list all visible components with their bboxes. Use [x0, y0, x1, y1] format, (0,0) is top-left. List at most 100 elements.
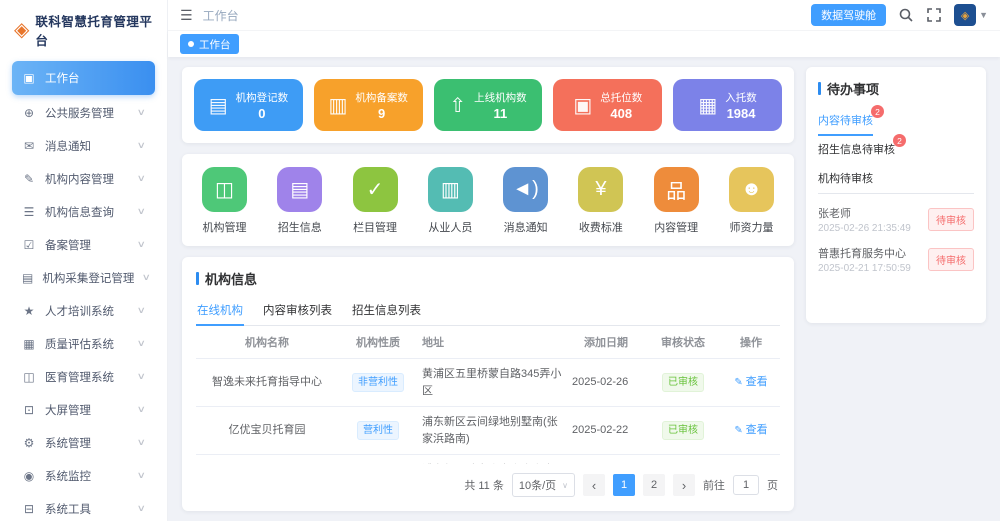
app-logo: ◈ 联科智慧托育管理平台 — [0, 0, 167, 57]
sidebar-item-big-screen[interactable]: ⊡ 大屏管理 — [12, 394, 155, 425]
sidebar-menu: ▣ 工作台 ⊕ 公共服务管理 ✉ 消息通知 ✎ 机构内容管理 ☰ 机构信息查询 — [0, 57, 167, 521]
shortcut-admission-info[interactable]: ▤ 招生信息 — [277, 167, 322, 235]
view-link[interactable]: 查看 — [734, 424, 767, 436]
page-button-1[interactable]: 1 — [613, 474, 635, 496]
collapse-sidebar-icon[interactable]: ☰ — [180, 7, 193, 24]
tab-content-pending[interactable]: 内容待审核 2 — [818, 106, 873, 135]
col-header-date: 添加日期 — [568, 326, 644, 359]
fullscreen-icon[interactable] — [926, 7, 942, 23]
sidebar-item-label: 公共服务管理 — [45, 105, 129, 121]
diamond-logo-icon: ◈ — [14, 20, 29, 40]
top-bar: ☰ 工作台 数据驾驶舱 ◈ ▼ — [168, 0, 1000, 30]
sidebar-item-system-monitor[interactable]: ◉ 系统监控 — [12, 460, 155, 491]
nature-badge: 非营利性 — [352, 373, 404, 392]
tab-admission-info-list[interactable]: 招生信息列表 — [351, 296, 422, 325]
sidebar-item-org-collect-register[interactable]: ▤ 机构采集登记管理 — [12, 262, 155, 293]
jump-suffix: 页 — [767, 477, 778, 493]
org-date: 2025-02-22 — [568, 407, 644, 455]
todo-tab-label: 招生信息待审核 — [818, 144, 895, 156]
shortcut-column-mgmt[interactable]: ✓ 栏目管理 — [353, 167, 398, 235]
stat-value: 1984 — [727, 106, 756, 121]
shortcut-message-notice[interactable]: ◄) 消息通知 — [503, 167, 548, 235]
chevron-down-icon — [137, 107, 146, 118]
sidebar-item-message-notice[interactable]: ✉ 消息通知 — [12, 130, 155, 161]
chevron-down-icon — [137, 239, 146, 250]
shortcut-label: 机构管理 — [203, 219, 247, 235]
sidebar-item-workbench[interactable]: ▣ 工作台 — [12, 61, 155, 95]
sidebar-item-label: 工作台 — [45, 70, 145, 86]
todo-item-name: 普惠托育服务中心 — [818, 245, 911, 261]
page-button-2[interactable]: 2 — [643, 474, 665, 496]
pending-review-button[interactable]: 待审核 — [928, 248, 974, 271]
form-icon: ▤ — [22, 271, 33, 285]
stat-card-enrolled[interactable]: ▦ 入托数 1984 — [673, 79, 782, 131]
sidebar-item-org-content[interactable]: ✎ 机构内容管理 — [12, 163, 155, 194]
data-cockpit-button[interactable]: 数据驾驶舱 — [811, 4, 886, 26]
todo-tabs: 内容待审核 2 招生信息待审核 2 机构待审核 — [818, 106, 974, 194]
sidebar-item-label: 消息通知 — [45, 138, 129, 154]
tab-online-orgs[interactable]: 在线机构 — [196, 296, 244, 325]
stat-label: 总托位数 — [600, 90, 642, 105]
todo-item-time: 2025-02-21 17:50:59 — [818, 263, 911, 274]
org-date: 2025-02-26 — [568, 359, 644, 407]
sidebar-item-public-service[interactable]: ⊕ 公共服务管理 — [12, 97, 155, 128]
sidebar-item-label: 机构信息查询 — [45, 204, 129, 220]
col-header-name: 机构名称 — [196, 326, 338, 359]
mail-icon: ✉ — [22, 139, 36, 153]
next-page-button[interactable] — [673, 474, 695, 496]
shortcut-fee-standard[interactable]: ¥ 收费标准 — [578, 167, 623, 235]
dashboard-icon: ▣ — [22, 71, 36, 85]
todo-panel: 待办事项 内容待审核 2 招生信息待审核 2 机构待审核 — [806, 67, 986, 323]
prev-page-button[interactable] — [583, 474, 605, 496]
chevron-down-icon — [137, 173, 146, 184]
stat-label: 机构备案数 — [355, 90, 408, 105]
shortcut-teacher-resources[interactable]: ☻ 师资力量 — [729, 167, 774, 235]
jump-label: 前往 — [703, 477, 725, 493]
page-size-select[interactable]: 10条/页 — [512, 473, 575, 497]
sidebar-item-label: 备案管理 — [45, 237, 129, 253]
register-doc-icon: ▤ — [209, 93, 228, 118]
shortcut-content-mgmt[interactable]: 品 内容管理 — [654, 167, 699, 235]
todo-tab-label: 机构待审核 — [818, 173, 873, 185]
user-menu[interactable]: ◈ ▼ — [954, 4, 988, 26]
sidebar-item-medical-care[interactable]: ◫ 医育管理系统 — [12, 361, 155, 392]
pending-review-button[interactable]: 待审核 — [928, 208, 974, 231]
tag-workbench[interactable]: 工作台 — [180, 34, 239, 54]
shortcut-label: 收费标准 — [579, 219, 623, 235]
sidebar-item-quality-assessment[interactable]: ▦ 质量评估系统 — [12, 328, 155, 359]
table-row[interactable]: 丹尼尔托育中心（优贝佳） 营利性 浦东新区陆家嘴未来资产大厦(陆家嘴环路) 20… — [196, 455, 780, 465]
stat-card-online[interactable]: ⇧ 上线机构数 11 — [434, 79, 543, 131]
edit-icon: ✎ — [22, 172, 36, 186]
sidebar: ◈ 联科智慧托育管理平台 ▣ 工作台 ⊕ 公共服务管理 ✉ 消息通知 ✎ 机构内… — [0, 0, 168, 521]
chevron-down-icon — [137, 404, 146, 415]
sidebar-item-label: 系统工具 — [45, 501, 129, 517]
org-address: 浦东新区云间绿地别墅南(张家浜路南) — [418, 407, 568, 455]
sidebar-item-org-info-query[interactable]: ☰ 机构信息查询 — [12, 196, 155, 227]
sidebar-item-system-tools[interactable]: ⊟ 系统工具 — [12, 493, 155, 521]
stat-card-total-seats[interactable]: ▣ 总托位数 408 — [553, 79, 662, 131]
admission-doc-icon: ▤ — [277, 167, 322, 212]
globe-icon: ⊕ — [22, 106, 36, 120]
staff-card-icon: ▥ — [428, 167, 473, 212]
org-date: 2025-02-10 — [568, 455, 644, 465]
sidebar-item-talent-training[interactable]: ★ 人才培训系统 — [12, 295, 155, 326]
stat-card-registered[interactable]: ▤ 机构登记数 0 — [194, 79, 303, 131]
shortcut-staff[interactable]: ▥ 从业人员 — [428, 167, 473, 235]
shortcut-org-mgmt[interactable]: ◫ 机构管理 — [202, 167, 247, 235]
jump-page-input[interactable] — [733, 475, 759, 495]
stat-card-filed[interactable]: ▥ 机构备案数 9 — [314, 79, 423, 131]
app-title: 联科智慧托育管理平台 — [35, 11, 157, 49]
shortcut-label: 栏目管理 — [353, 219, 397, 235]
sidebar-item-system-mgmt[interactable]: ⚙ 系统管理 — [12, 427, 155, 458]
table-row[interactable]: 智逸未来托育指导中心 非营利性 黄浦区五里桥蒙自路345弄小区 2025-02-… — [196, 359, 780, 407]
tab-content-review-list[interactable]: 内容审核列表 — [262, 296, 333, 325]
view-link[interactable]: 查看 — [734, 376, 767, 388]
shortcut-label: 招生信息 — [278, 219, 322, 235]
filing-search-icon: ▥ — [328, 93, 347, 118]
tab-admission-pending[interactable]: 招生信息待审核 2 — [818, 135, 895, 164]
tab-org-pending[interactable]: 机构待审核 — [818, 164, 873, 193]
status-badge: 已审核 — [662, 421, 704, 440]
sidebar-item-filing-mgmt[interactable]: ☑ 备案管理 — [12, 229, 155, 260]
table-row[interactable]: 亿优宝贝托育园 营利性 浦东新区云间绿地别墅南(张家浜路南) 2025-02-2… — [196, 407, 780, 455]
search-icon[interactable] — [898, 7, 914, 23]
